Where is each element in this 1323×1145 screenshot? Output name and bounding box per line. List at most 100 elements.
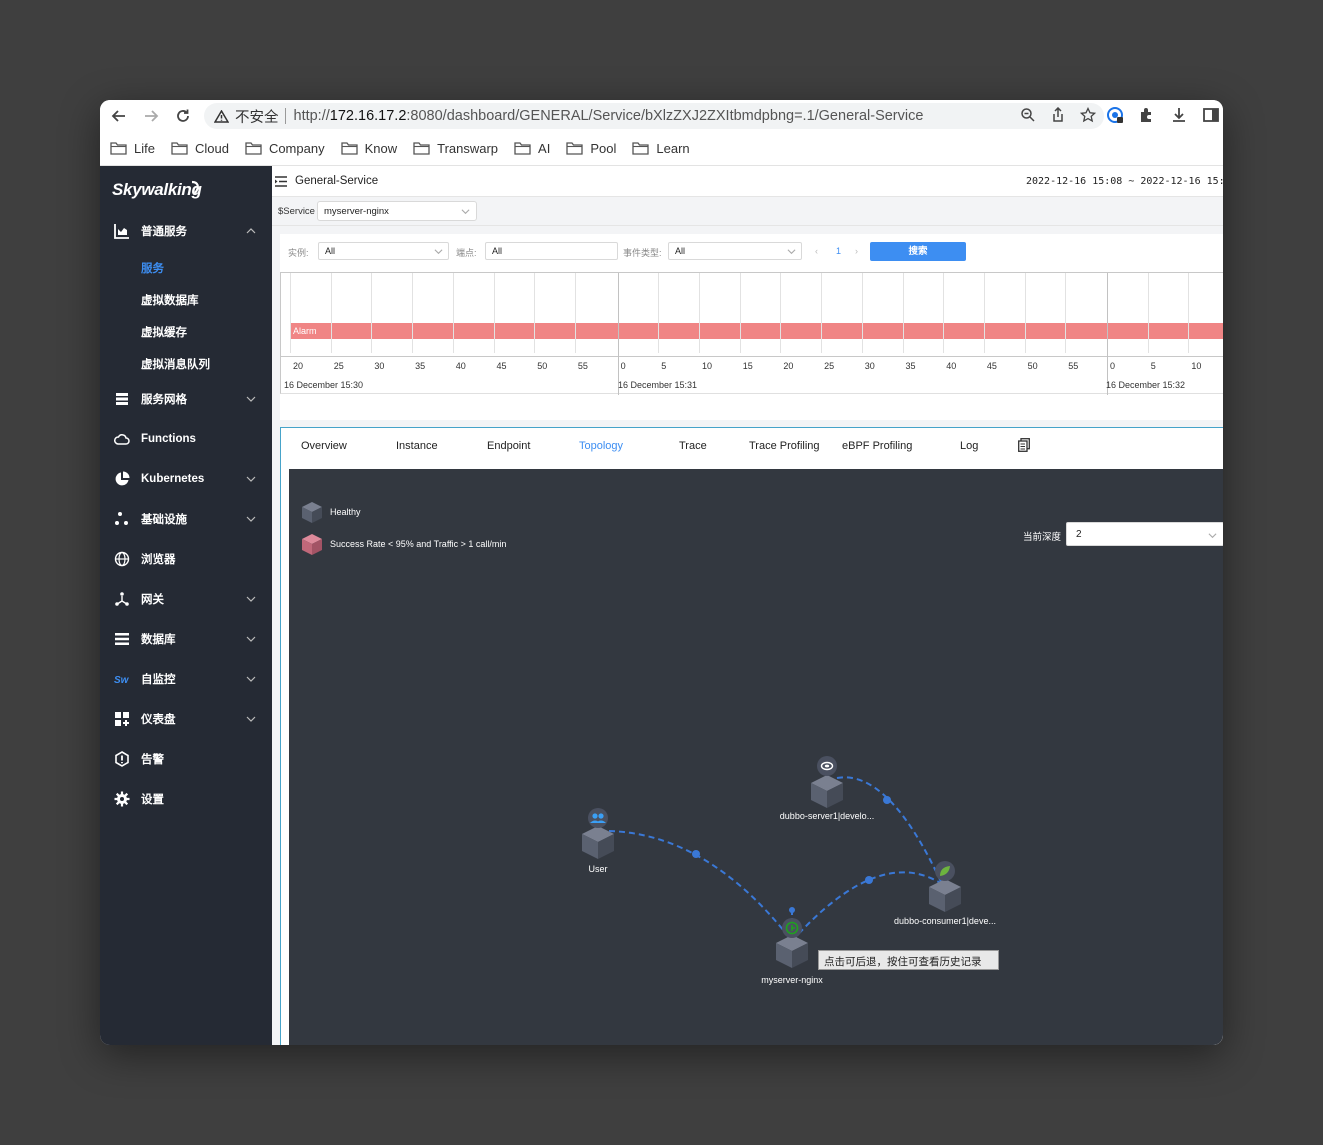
address-separator (284, 108, 286, 124)
timeline-gridline (290, 273, 291, 353)
link-server-consumer[interactable] (836, 776, 943, 885)
menu-database[interactable]: 数据库 (100, 626, 272, 652)
address-bar[interactable]: 不安全 http://172.16.17.2:8080/dashboard/GE… (204, 103, 1104, 129)
menu-functions[interactable]: Functions (100, 426, 272, 452)
menu-general-service[interactable]: 普通服务 (100, 218, 272, 244)
bookmark-transwarp[interactable]: Transwarp (413, 141, 498, 156)
tab-endpoint[interactable]: Endpoint (487, 440, 530, 452)
pagination-next[interactable]: › (855, 246, 858, 256)
link-user-nginx[interactable] (608, 830, 793, 942)
service-select[interactable]: myserver-nginx (317, 201, 477, 221)
forward-button[interactable] (138, 103, 164, 129)
node-user[interactable] (582, 808, 614, 859)
timeline-tick-label: 55 (1068, 361, 1079, 371)
profile-icon[interactable] (1105, 105, 1125, 125)
depth-select-value: 2 (1076, 529, 1082, 540)
node-label-nginx: myserver-nginx (761, 975, 823, 985)
bookmark-know[interactable]: Know (340, 141, 397, 156)
timeline-tick-label: 40 (946, 361, 957, 371)
tab-overview[interactable]: Overview (301, 440, 347, 452)
pagination-current[interactable]: 1 (836, 246, 841, 256)
pagination-prev[interactable]: ‹ (815, 246, 818, 256)
bookmark-pool[interactable]: Pool (566, 141, 616, 156)
timeline-tick-label: 25 (824, 361, 835, 371)
bookmark-life[interactable]: Life (110, 141, 155, 156)
tab-topology[interactable]: Topology (579, 440, 623, 452)
gateway-icon (115, 592, 129, 606)
tab-trace[interactable]: Trace (679, 440, 707, 452)
menu-fold-icon[interactable] (275, 176, 287, 187)
instance-filter-select[interactable]: All (318, 242, 449, 260)
page-header: General-Service 2022-12-16 15:08 ~ 2022-… (272, 166, 1223, 197)
menu-self-observability[interactable]: Sw 自监控 (100, 666, 272, 692)
menu-settings[interactable]: 设置 (100, 786, 272, 812)
menu-gateway[interactable]: 网关 (100, 586, 272, 612)
submenu-virtual-cache[interactable]: 虚拟缓存 (141, 324, 187, 340)
menu-dashboard[interactable]: 仪表盘 (100, 706, 272, 732)
link-point[interactable] (883, 796, 891, 804)
menu-alarm[interactable]: 告警 (100, 746, 272, 772)
submenu-virtual-mq[interactable]: 虚拟消息队列 (141, 356, 210, 372)
warning-icon (214, 109, 229, 123)
timeline-tick-label: 20 (783, 361, 794, 371)
bookmark-label: Company (268, 141, 325, 156)
share-icon[interactable] (1050, 107, 1066, 123)
download-icon[interactable] (1169, 105, 1189, 125)
tab-ebpf-profiling[interactable]: eBPF Profiling (842, 440, 912, 452)
bookmark-cloud[interactable]: Cloud (171, 141, 229, 156)
menu-service-mesh[interactable]: 服务网格 (100, 386, 272, 412)
node-dubbo-server[interactable] (811, 756, 843, 808)
submenu-service[interactable]: 服务 (141, 260, 164, 276)
menu-label: 网关 (141, 594, 164, 606)
bookmark-company[interactable]: Company (245, 141, 325, 156)
endpoint-filter-input[interactable]: All (485, 242, 618, 260)
menu-kubernetes[interactable]: Kubernetes (100, 466, 272, 492)
tab-instance[interactable]: Instance (396, 440, 438, 452)
star-icon[interactable] (1080, 107, 1096, 123)
timeline-gridline (821, 273, 823, 353)
timeline-minute-divider (1107, 273, 1108, 395)
timeline-minute-divider (617, 273, 619, 395)
endpoint-filter-label: 端点: (456, 248, 477, 258)
globe-icon (114, 551, 130, 567)
timeline-gridline (1065, 273, 1067, 353)
depth-select[interactable]: 2 (1066, 522, 1223, 546)
chevron-down-icon (246, 396, 256, 402)
menu-browser[interactable]: 浏览器 (100, 546, 272, 572)
search-button[interactable]: 搜索 (870, 242, 966, 261)
alarm-label: Alarm (293, 326, 317, 336)
timeline-date-label: 16 December 15:32 (1106, 380, 1186, 390)
tab-trace-profiling[interactable]: Trace Profiling (749, 440, 820, 452)
time-range-picker[interactable]: 2022-12-16 15:08 ~ 2022-12-16 15:38 U (1026, 176, 1223, 187)
link-point[interactable] (789, 907, 795, 913)
alarm-event-bar[interactable] (290, 323, 1223, 339)
bookmark-learn[interactable]: Learn (632, 141, 690, 156)
browser-toolbar: 不安全 http://172.16.17.2:8080/dashboard/GE… (100, 100, 1223, 132)
submenu-virtual-database[interactable]: 虚拟数据库 (141, 292, 199, 308)
node-myserver-nginx[interactable] (776, 918, 808, 968)
skywalking-app: Skywalking 普通服务 服务 虚拟数据库 虚拟缓存 虚拟消息队列 服务网… (100, 166, 1223, 1045)
main-content: General-Service 2022-12-16 15:08 ~ 2022-… (272, 166, 1223, 1045)
side-panel-icon[interactable] (1201, 105, 1221, 125)
svg-text:Sw: Sw (114, 675, 130, 686)
zoom-icon[interactable] (1020, 107, 1036, 123)
bookmark-ai[interactable]: AI (514, 141, 550, 156)
extensions-icon[interactable] (1137, 105, 1157, 125)
topology-graph[interactable]: Healthy Success Rate < 95% and Traffic >… (289, 469, 1223, 1045)
copy-icon[interactable] (1018, 438, 1030, 452)
timeline-gridline (493, 273, 495, 353)
event-type-filter-select[interactable]: All (668, 242, 802, 260)
timeline-tick-label: 25 (333, 361, 344, 371)
link-point[interactable] (865, 876, 873, 884)
tab-log[interactable]: Log (960, 440, 978, 452)
reload-button[interactable] (170, 103, 196, 129)
service-label: $Service (278, 206, 315, 217)
menu-infrastructure[interactable]: 基础设施 (100, 506, 272, 532)
depth-label: 当前深度 (1023, 532, 1062, 543)
event-type-filter-label: 事件类型: (623, 248, 662, 258)
timeline-tick-label: 30 (374, 361, 385, 371)
arrow-left-icon (111, 110, 125, 122)
back-button[interactable] (106, 103, 132, 129)
link-point[interactable] (692, 850, 700, 858)
menu-label: 普通服务 (141, 226, 187, 238)
